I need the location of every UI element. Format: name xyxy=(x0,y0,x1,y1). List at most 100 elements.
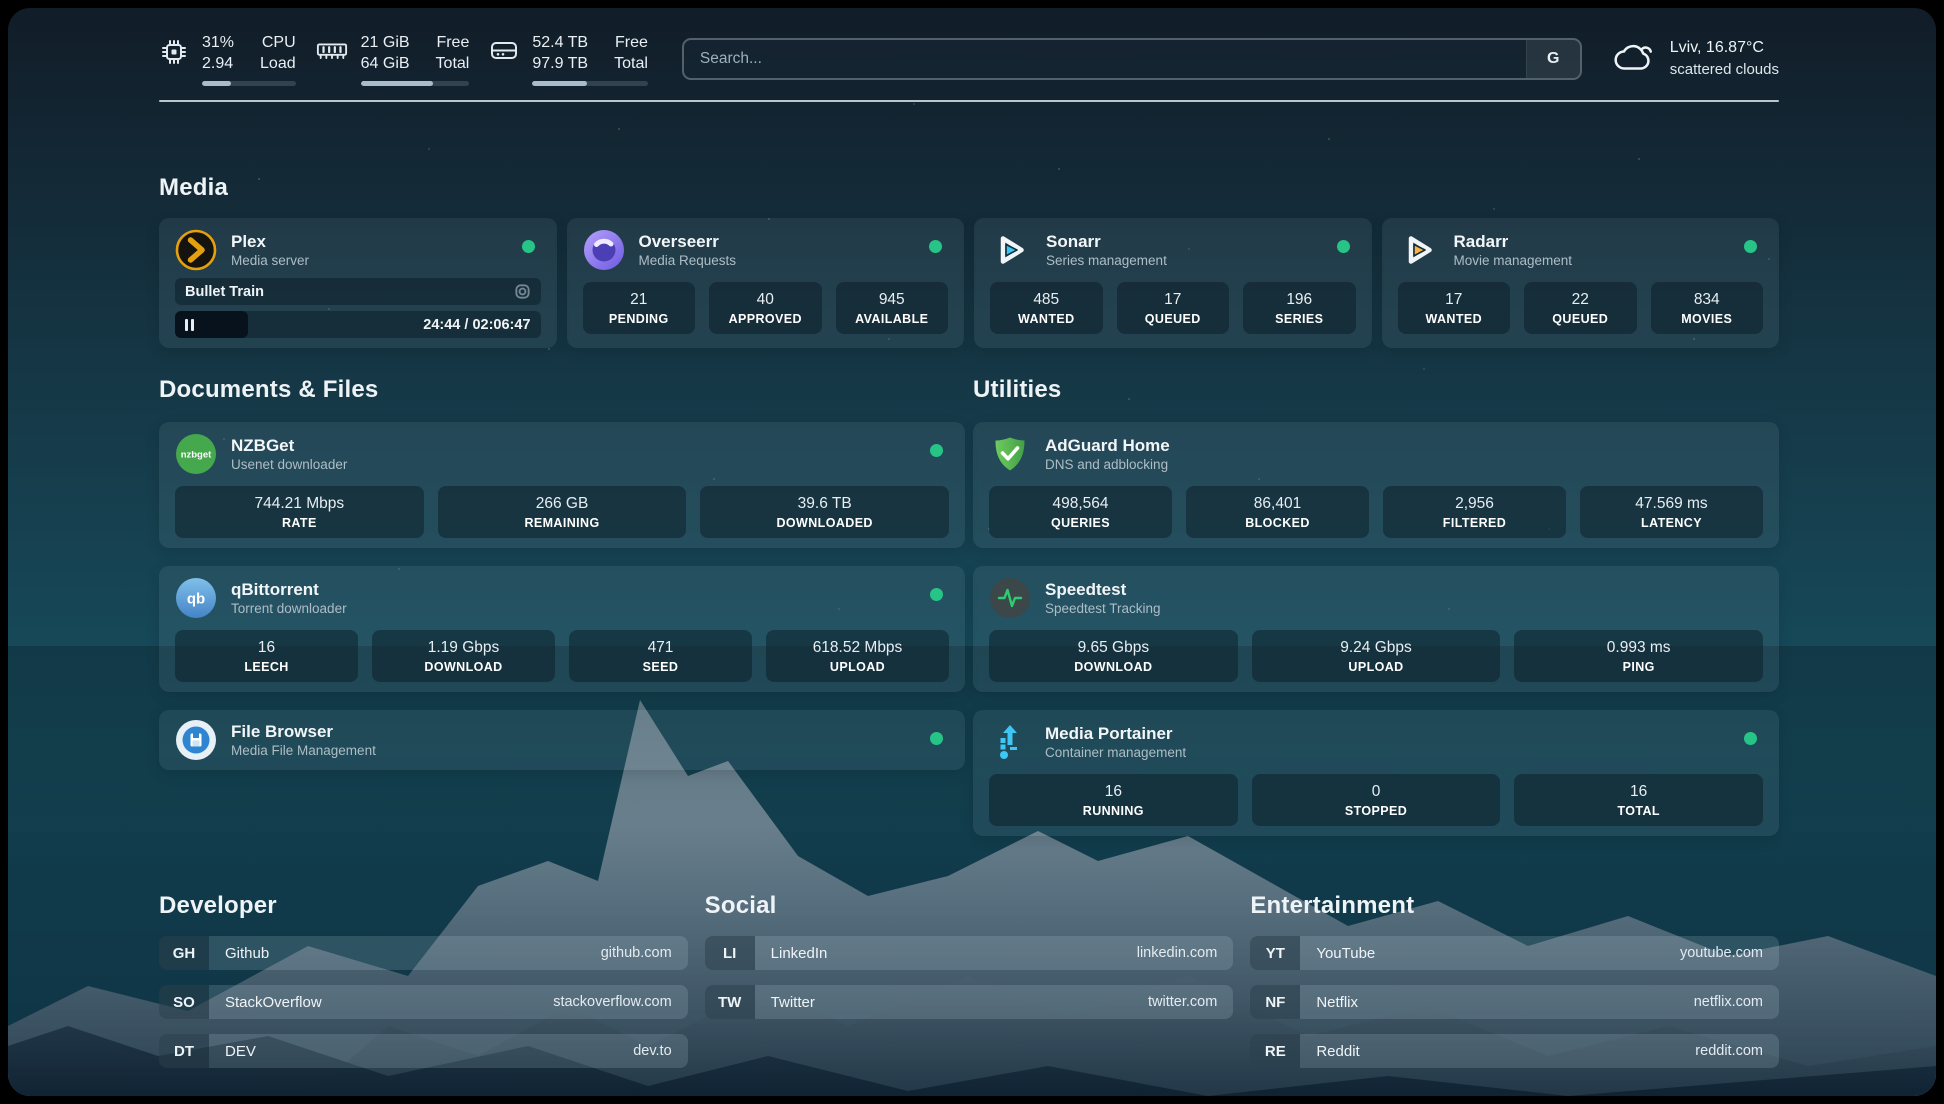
bookmark-abbr: GH xyxy=(159,936,209,970)
disk-free-label: Free xyxy=(614,32,648,53)
search-input[interactable] xyxy=(684,40,1526,78)
playback-progress-bar: 24:44 / 02:06:47 xyxy=(175,311,541,338)
header-divider xyxy=(159,100,1779,102)
bookmark-abbr: NF xyxy=(1250,985,1300,1019)
app-description: Media server xyxy=(231,252,309,270)
stat-series: 196 SERIES xyxy=(1243,282,1356,334)
app-name: AdGuard Home xyxy=(1045,435,1170,456)
stat-value: 86,401 xyxy=(1254,495,1301,513)
snow-speckles xyxy=(8,8,10,10)
stat-label: UPLOAD xyxy=(1348,660,1403,674)
stat-label: DOWNLOADED xyxy=(777,516,873,530)
bookmark-name: Netflix xyxy=(1316,994,1358,1011)
bookmark-url: linkedin.com xyxy=(1137,945,1218,961)
stat-value: 21 xyxy=(630,291,647,309)
bookmark-github[interactable]: GH Github github.com xyxy=(159,936,688,970)
card-plex[interactable]: Plex Media server Bullet Train xyxy=(159,218,557,348)
bookmark-twitter[interactable]: TW Twitter twitter.com xyxy=(705,985,1234,1019)
bookmark-abbr: LI xyxy=(705,936,755,970)
stat-value: 744.21 Mbps xyxy=(255,495,345,513)
bookmark-url: netflix.com xyxy=(1694,994,1763,1010)
stat-value: 945 xyxy=(879,291,905,309)
cpu-load-value: 2.94 xyxy=(202,53,234,74)
stat-label: APPROVED xyxy=(729,312,802,326)
bookmark-name: LinkedIn xyxy=(771,945,828,962)
stat-label: PENDING xyxy=(609,312,669,326)
disk-progress-fill xyxy=(532,81,586,86)
qbittorrent-icon: qb xyxy=(175,577,217,619)
bookmark-url: dev.to xyxy=(633,1043,671,1059)
stat-rate: 744.21 Mbps RATE xyxy=(175,486,424,538)
bookmark-name: Reddit xyxy=(1316,1043,1359,1060)
bookmark-name: StackOverflow xyxy=(225,994,322,1011)
card-nzbget[interactable]: nzbget NZBGet Usenet downloader 744.21 M… xyxy=(159,422,965,548)
bookmark-abbr: TW xyxy=(705,985,755,1019)
app-description: Container management xyxy=(1045,744,1186,762)
card-qbittorrent[interactable]: qb qBittorrent Torrent downloader 16 LEE… xyxy=(159,566,965,692)
stat-value: 9.24 Gbps xyxy=(1340,639,1412,657)
filebrowser-icon xyxy=(175,719,217,761)
camera-icon xyxy=(514,283,531,300)
disk-icon xyxy=(489,37,519,86)
cpu-widget: 31% 2.94 CPU Load xyxy=(159,32,296,86)
bookmark-linkedin[interactable]: LI LinkedIn linkedin.com xyxy=(705,936,1234,970)
bookmark-url: stackoverflow.com xyxy=(553,994,671,1010)
bookmark-group-developer: Developer GH Github github.com SO StackO… xyxy=(159,892,688,1068)
card-filebrowser[interactable]: File Browser Media File Management xyxy=(159,710,965,770)
sonarr-icon xyxy=(990,229,1032,271)
memory-progress-bar xyxy=(361,81,470,86)
stat-total: 16 TOTAL xyxy=(1514,774,1763,826)
stat-wanted: 17 WANTED xyxy=(1398,282,1511,334)
top-bar: 31% 2.94 CPU Load xyxy=(159,30,1779,88)
stat-label: WANTED xyxy=(1425,312,1482,326)
search-engine-button[interactable]: G xyxy=(1526,40,1580,78)
app-name: NZBGet xyxy=(231,435,347,456)
stat-value: 17 xyxy=(1445,291,1462,309)
stat-running: 16 RUNNING xyxy=(989,774,1238,826)
stat-value: 618.52 Mbps xyxy=(813,639,903,657)
bookmark-youtube[interactable]: YT YouTube youtube.com xyxy=(1250,936,1779,970)
radarr-icon xyxy=(1398,229,1440,271)
cpu-load-label: Load xyxy=(260,53,296,74)
stat-downloaded: 39.6 TB DOWNLOADED xyxy=(700,486,949,538)
bookmark-url: twitter.com xyxy=(1148,994,1217,1010)
bookmark-netflix[interactable]: NF Netflix netflix.com xyxy=(1250,985,1779,1019)
card-speedtest[interactable]: Speedtest Speedtest Tracking 9.65 Gbps D… xyxy=(973,566,1779,692)
bookmark-dev[interactable]: DT DEV dev.to xyxy=(159,1034,688,1068)
cpu-icon xyxy=(159,37,189,86)
bookmark-stackoverflow[interactable]: SO StackOverflow stackoverflow.com xyxy=(159,985,688,1019)
card-portainer[interactable]: Media Portainer Container management 16 … xyxy=(973,710,1779,836)
stat-value: 16 xyxy=(1105,783,1122,801)
disk-total-value: 97.9 TB xyxy=(532,53,588,74)
card-sonarr[interactable]: Sonarr Series management 485 WANTED 17 Q… xyxy=(974,218,1372,348)
bookmark-group-entertainment: Entertainment YT YouTube youtube.com NF … xyxy=(1250,892,1779,1068)
app-name: Radarr xyxy=(1454,231,1573,252)
stat-value: 485 xyxy=(1033,291,1059,309)
stat-value: 834 xyxy=(1694,291,1720,309)
disk-free-value: 52.4 TB xyxy=(532,32,588,53)
card-radarr[interactable]: Radarr Movie management 17 WANTED 22 QUE… xyxy=(1382,218,1780,348)
svg-text:nzbget: nzbget xyxy=(181,450,212,461)
playback-progress-fill xyxy=(175,311,248,338)
stat-ping: 0.993 ms PING xyxy=(1514,630,1763,682)
stat-label: WANTED xyxy=(1018,312,1075,326)
stat-value: 498,564 xyxy=(1052,495,1108,513)
now-playing-row: Bullet Train xyxy=(175,278,541,305)
stat-wanted: 485 WANTED xyxy=(990,282,1103,334)
stat-value: 1.19 Gbps xyxy=(428,639,500,657)
stat-download: 9.65 Gbps DOWNLOAD xyxy=(989,630,1238,682)
card-overseerr[interactable]: Overseerr Media Requests 21 PENDING 40 A… xyxy=(567,218,965,348)
memory-icon xyxy=(316,37,348,86)
section-title-media: Media xyxy=(159,174,1779,202)
stat-label: SEED xyxy=(643,660,679,674)
stat-upload: 9.24 Gbps UPLOAD xyxy=(1252,630,1501,682)
stat-value: 0.993 ms xyxy=(1607,639,1671,657)
app-description: Media File Management xyxy=(231,742,376,760)
stat-label: LEECH xyxy=(244,660,288,674)
bookmark-reddit[interactable]: RE Reddit reddit.com xyxy=(1250,1034,1779,1068)
stat-value: 266 GB xyxy=(536,495,589,513)
card-adguard[interactable]: AdGuard Home DNS and adblocking 498,564 … xyxy=(973,422,1779,548)
stat-value: 2,956 xyxy=(1455,495,1494,513)
stat-value: 16 xyxy=(1630,783,1647,801)
section-title-documents: Documents & Files xyxy=(159,376,965,404)
